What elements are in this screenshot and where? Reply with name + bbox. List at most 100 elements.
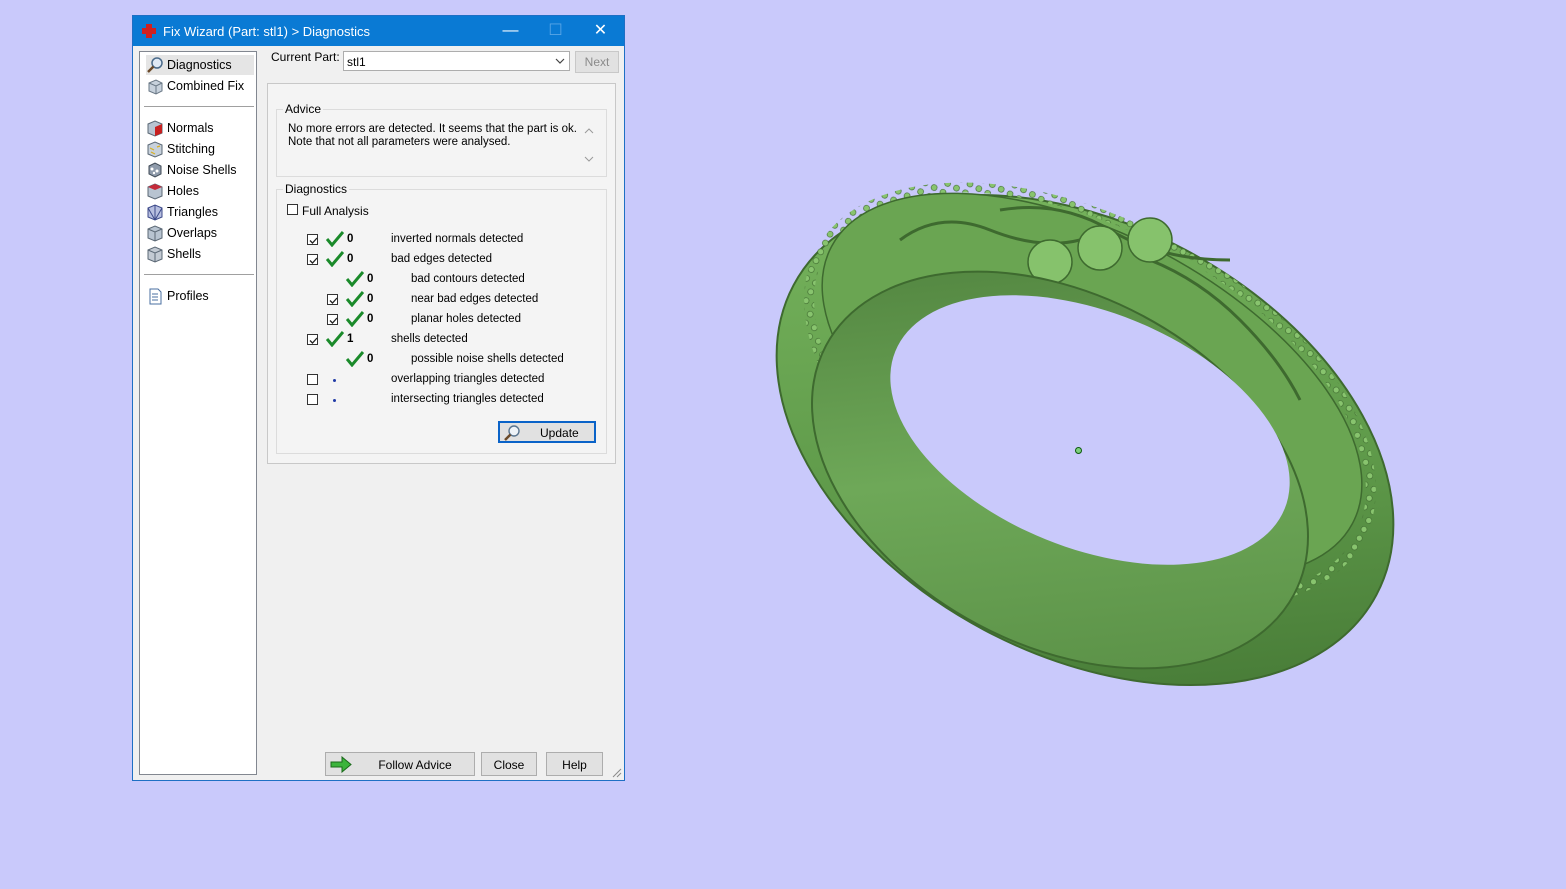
arrow-right-icon (330, 756, 352, 773)
nav-item-label: Triangles (167, 205, 218, 219)
close-window-button[interactable]: ✕ (578, 16, 623, 46)
normals-cube-icon (147, 120, 163, 137)
help-button[interactable]: Help (546, 752, 603, 776)
nav-item-diagnostics[interactable]: Diagnostics (146, 55, 254, 75)
noise-shells-icon (148, 162, 162, 178)
advice-line-2: Note that not all parameters were analys… (288, 136, 511, 148)
current-part-value: stl1 (347, 55, 366, 69)
diagnostic-count: 0 (367, 293, 374, 305)
full-analysis-checkbox[interactable] (287, 204, 298, 215)
check-mark-icon (326, 251, 344, 267)
diagnostic-label: shells detected (391, 333, 468, 345)
chevron-down-icon (555, 58, 565, 64)
diagnostic-checkbox[interactable] (307, 374, 318, 385)
triangles-cube-icon (147, 204, 163, 221)
nav-item-label: Normals (167, 121, 214, 135)
overlaps-cube-icon (147, 225, 163, 242)
nav-item-label: Stitching (167, 142, 215, 156)
nav-item-label: Noise Shells (167, 163, 237, 177)
nav-item-combined-fix[interactable]: Combined Fix (146, 76, 254, 96)
diagnostic-label: near bad edges detected (411, 293, 539, 305)
check-mark-icon (346, 351, 364, 367)
diagnostic-label: bad edges detected (391, 253, 493, 265)
check-mark-icon (346, 291, 364, 307)
cube-icon (148, 79, 163, 95)
diagnostic-count: 1 (347, 333, 354, 345)
diagnostic-checkbox[interactable] (307, 234, 318, 245)
diagnostic-checkbox[interactable] (307, 254, 318, 265)
diagnostic-label: planar holes detected (411, 313, 521, 325)
nav-item-triangles[interactable]: Triangles (146, 202, 254, 222)
nav-item-label: Profiles (167, 289, 209, 303)
app-cross-icon (142, 24, 156, 38)
close-button[interactable]: Close (481, 752, 537, 776)
magnifier-icon (504, 425, 520, 441)
check-mark-icon (346, 271, 364, 287)
diagnostic-label: overlapping triangles detected (391, 373, 545, 385)
ring-model (775, 182, 1395, 687)
current-part-select[interactable]: stl1 (343, 51, 570, 71)
nav-item-shells[interactable]: Shells (146, 244, 254, 264)
nav-item-noise-shells[interactable]: Noise Shells (146, 160, 254, 180)
diagnostic-count: 0 (347, 253, 354, 265)
diagnostic-count: 0 (367, 313, 374, 325)
stitching-cube-icon (147, 141, 163, 158)
window-title: Fix Wizard (Part: stl1) > Diagnostics (163, 24, 370, 39)
pending-dot-icon (333, 399, 336, 402)
advice-group-title: Advice (283, 102, 324, 116)
diagnostic-count: 0 (347, 233, 354, 245)
diagnostic-checkbox[interactable] (327, 314, 338, 325)
advice-text: No more errors are detected. It seems th… (288, 123, 578, 149)
scroll-up-icon[interactable] (583, 126, 595, 136)
full-analysis-label: Full Analysis (302, 204, 369, 218)
current-part-label: Current Part: (271, 50, 340, 64)
diagnostic-count: 0 (367, 353, 374, 365)
maximize-button[interactable]: ☐ (533, 16, 578, 46)
nav-item-label: Combined Fix (167, 79, 245, 93)
nav-item-label: Diagnostics (167, 58, 232, 72)
check-mark-icon (326, 231, 344, 247)
minimize-button[interactable]: — (488, 16, 533, 46)
nav-item-normals[interactable]: Normals (146, 118, 254, 138)
wizard-nav-panel: Diagnostics Combined Fix Normals Stitchi… (139, 51, 257, 775)
follow-advice-label: Follow Advice (378, 758, 452, 772)
nav-item-label: Shells (167, 247, 202, 261)
diagnostic-label: inverted normals detected (391, 233, 524, 245)
diagnostic-label: intersecting triangles detected (391, 393, 544, 405)
advice-line-1: No more errors are detected. It seems th… (288, 123, 577, 135)
nav-item-label: Overlaps (167, 226, 218, 240)
nav-item-profiles[interactable]: Profiles (146, 286, 254, 306)
diagnostic-checkbox[interactable] (327, 294, 338, 305)
nav-item-overlaps[interactable]: Overlaps (146, 223, 254, 243)
holes-cube-icon (147, 183, 163, 200)
close-label: Close (493, 758, 525, 772)
diagnostic-count: 0 (367, 273, 374, 285)
check-mark-icon (346, 311, 364, 327)
next-button[interactable]: Next (575, 51, 619, 73)
3d-viewport[interactable] (640, 0, 1566, 889)
help-label: Help (562, 758, 587, 772)
title-bar[interactable]: Fix Wizard (Part: stl1) > Diagnostics — … (133, 16, 624, 46)
diagnostics-group-title: Diagnostics (283, 182, 350, 196)
pending-dot-icon (333, 379, 336, 382)
nav-item-stitching[interactable]: Stitching (146, 139, 254, 159)
diagnostic-label: bad contours detected (411, 273, 525, 285)
diagnostic-label: possible noise shells detected (411, 353, 564, 365)
shells-cube-icon (147, 246, 163, 263)
diagnostic-checkbox[interactable] (307, 394, 318, 405)
update-label: Update (540, 426, 579, 440)
nav-item-holes[interactable]: Holes (146, 181, 254, 201)
nav-divider (144, 106, 254, 107)
check-mark-icon (326, 331, 344, 347)
rotation-center-marker (1075, 447, 1082, 454)
follow-advice-button[interactable]: Follow Advice (325, 752, 475, 776)
nav-divider (144, 274, 254, 275)
document-icon (149, 288, 162, 305)
resize-grip-icon[interactable] (612, 768, 622, 778)
fix-wizard-dialog: Fix Wizard (Part: stl1) > Diagnostics — … (132, 15, 625, 781)
update-button[interactable]: Update (498, 421, 596, 443)
nav-item-label: Holes (167, 184, 199, 198)
diagnostic-checkbox[interactable] (307, 334, 318, 345)
magnifier-icon (147, 57, 163, 73)
scroll-down-icon[interactable] (583, 154, 595, 164)
